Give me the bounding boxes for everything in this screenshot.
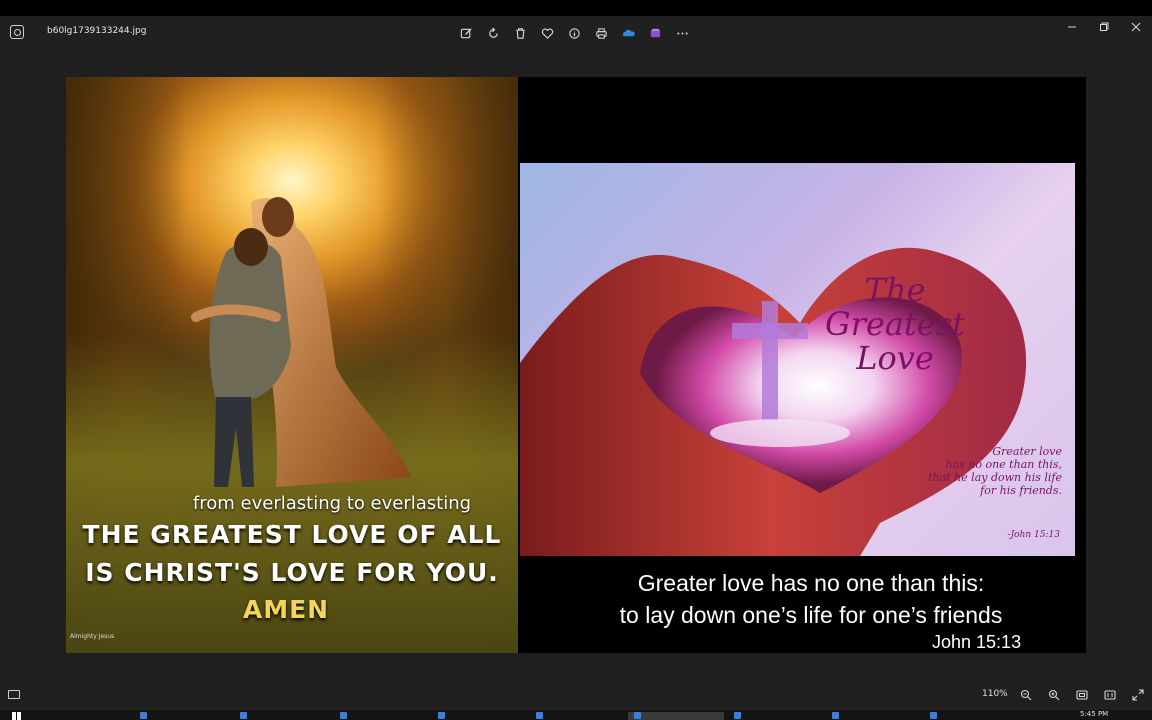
- delete-icon: [515, 27, 525, 39]
- close-button[interactable]: [1120, 16, 1152, 38]
- taskbar-app-2[interactable]: [240, 712, 247, 720]
- favorite-button[interactable]: [537, 23, 557, 43]
- fullscreen-icon: [1132, 689, 1144, 701]
- zoom-in-button[interactable]: [1044, 686, 1064, 704]
- minimize-button[interactable]: [1056, 16, 1088, 38]
- photos-app-icon: [930, 712, 937, 719]
- left-headline-line-1: THE GREATEST LOVE OF ALL: [82, 520, 502, 549]
- verse-line-2: has no one than this,: [945, 458, 1062, 471]
- window-controls: [1056, 16, 1152, 38]
- greatest-love-reference: -John 15:13: [1007, 530, 1060, 540]
- caption-line-2: to lay down one’s life for one’s friends: [619, 602, 1003, 628]
- filmstrip-toggle-icon[interactable]: [8, 690, 20, 699]
- onedrive-button[interactable]: [618, 23, 638, 43]
- fit-to-window-button[interactable]: [1072, 686, 1092, 704]
- restore-button[interactable]: [1088, 16, 1120, 38]
- taskbar-app-3[interactable]: [340, 712, 347, 720]
- rotate-icon: [488, 27, 498, 38]
- zoom-level[interactable]: 110%: [982, 689, 1008, 699]
- file-name: b60lg1739133244.jpg: [47, 26, 147, 36]
- info-button[interactable]: [564, 23, 584, 43]
- left-watermark: Almighty Jesus: [70, 633, 115, 640]
- clipchamp-icon: [650, 28, 660, 37]
- photos-app-icon[interactable]: [10, 25, 24, 39]
- taskbar-app-5[interactable]: [536, 712, 543, 720]
- caption-line-1: Greater love has no one than this:: [637, 570, 985, 596]
- caption-reference: John 15:13: [932, 632, 1022, 652]
- actual-size-button[interactable]: [1100, 686, 1120, 704]
- top-strip: [0, 0, 1152, 16]
- print-icon: [595, 27, 607, 39]
- favorite-icon: [541, 28, 553, 39]
- greatest-love-verse: Greater love has no one than this, that …: [890, 445, 1062, 497]
- minimize-icon: [1068, 26, 1076, 28]
- zoom-in-icon: [1048, 689, 1060, 701]
- photos-app-icon: [536, 712, 543, 719]
- photos-app-icon: [240, 712, 247, 719]
- info-icon: [568, 27, 580, 39]
- verse-line-4: for his friends.: [980, 484, 1062, 497]
- edit-button[interactable]: [456, 23, 476, 43]
- photos-app-icon: [340, 712, 347, 719]
- edit-icon: [460, 27, 472, 38]
- taskbar-app-8[interactable]: [832, 712, 839, 720]
- zoom-out-button[interactable]: [1016, 686, 1036, 704]
- zoom-out-icon: [1020, 689, 1032, 701]
- more-button[interactable]: [672, 23, 692, 43]
- verse-line-3: that he lay down his life: [928, 471, 1062, 484]
- left-headline-line-2: IS CHRIST'S LOVE FOR YOU.: [85, 558, 499, 587]
- taskbar-app-4[interactable]: [438, 712, 445, 720]
- title-bar: b60lg1739133244.jpg: [0, 16, 1152, 50]
- photos-app-icon: [832, 712, 839, 719]
- taskbar-app-9[interactable]: [930, 712, 937, 720]
- onedrive-icon: [622, 29, 635, 36]
- photos-app-icon: [438, 712, 445, 719]
- heart-hands-graphic: [520, 247, 1027, 556]
- taskbar-app-active[interactable]: [628, 712, 724, 720]
- windows-start-icon[interactable]: [12, 712, 21, 720]
- fit-window-icon: [1076, 690, 1088, 700]
- zoom-tools: [1016, 686, 1148, 704]
- verse-line-1: Greater love: [992, 445, 1062, 458]
- left-amen: AMEN: [242, 595, 330, 624]
- taskbar-app-7[interactable]: [734, 712, 741, 720]
- restore-icon: [1100, 22, 1109, 31]
- delete-button[interactable]: [510, 23, 530, 43]
- displayed-photo[interactable]: from everlasting to everlasting THE GREA…: [66, 77, 1086, 653]
- greatest-love-title: The Greatest Love: [825, 271, 965, 377]
- image-viewer-canvas[interactable]: from everlasting to everlasting THE GREA…: [0, 50, 1152, 680]
- taskbar-app-1[interactable]: [140, 712, 147, 720]
- print-button[interactable]: [591, 23, 611, 43]
- toolbar: [456, 23, 692, 43]
- windows-taskbar: 5:45 PM: [0, 710, 1152, 720]
- fullscreen-button[interactable]: [1128, 686, 1148, 704]
- close-icon: [1131, 22, 1141, 32]
- taskbar-clock[interactable]: 5:45 PM: [1080, 710, 1108, 718]
- left-image-jesus-embrace: from everlasting to everlasting THE GREA…: [66, 77, 518, 653]
- photos-app-icon: [140, 712, 147, 719]
- rotate-button[interactable]: [483, 23, 503, 43]
- photos-app-icon: [634, 712, 641, 719]
- photos-app-icon: [734, 712, 741, 719]
- right-image-heart-hands: The Greatest Love Greater love has no on…: [520, 163, 1075, 556]
- more-icon: [676, 31, 688, 35]
- actual-size-icon: [1104, 690, 1116, 700]
- left-subtitle: from everlasting to everlasting: [192, 493, 472, 514]
- clipchamp-button[interactable]: [645, 23, 665, 43]
- status-bar: 110%: [0, 680, 1152, 710]
